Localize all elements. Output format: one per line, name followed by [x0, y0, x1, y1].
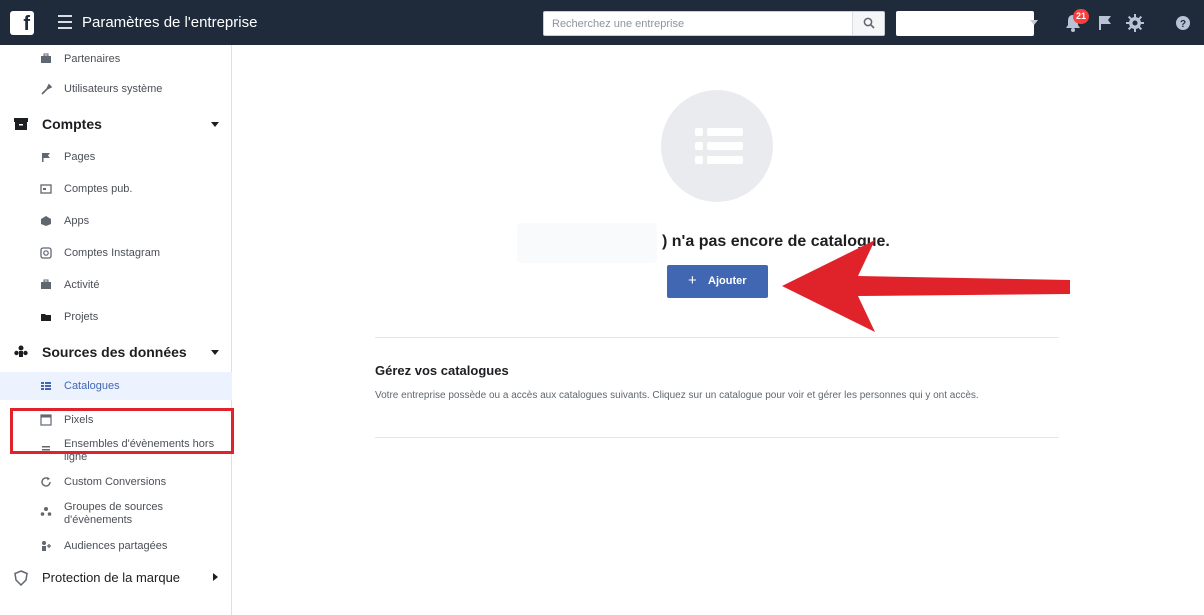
svg-text:?: ? [1180, 19, 1186, 30]
add-button-label: Ajouter [708, 275, 747, 287]
sidebar-group-label: Sources des données [42, 344, 187, 360]
sidebar: Partenaires Utilisateurs système Comptes… [0, 45, 234, 615]
briefcase-icon [41, 279, 51, 289]
cube-icon [41, 216, 51, 226]
sidebar-item-label: Partenaires [64, 53, 121, 65]
hamburger-icon[interactable] [58, 15, 72, 29]
sidebar-group-brand-protection[interactable]: Protection de la marque [0, 563, 232, 593]
settings-icon[interactable] [1124, 12, 1146, 34]
ad-account-icon [40, 184, 52, 194]
wrench-icon [41, 83, 52, 95]
page-title: Paramètres de l'entreprise [82, 14, 258, 31]
add-catalog-button[interactable]: + Ajouter [667, 265, 768, 298]
divider [375, 337, 1059, 338]
flag-icon [42, 153, 50, 162]
chevron-down-icon [211, 350, 219, 355]
sidebar-item-label: Projets [64, 311, 99, 323]
sources-icon [40, 507, 52, 516]
chevron-right-icon [213, 573, 218, 581]
flag-icon[interactable] [1094, 12, 1116, 34]
grid-icon [41, 382, 51, 390]
instagram-icon [40, 247, 52, 259]
sidebar-item-label: Comptes pub. [64, 183, 133, 195]
shared-audience-icon [42, 541, 51, 551]
sidebar-group-accounts[interactable]: Comptes [0, 109, 232, 139]
redacted-business-name [517, 223, 657, 263]
facebook-logo[interactable]: f [10, 11, 34, 35]
sidebar-item-partners[interactable]: Partenaires [0, 45, 232, 73]
search-icon [863, 17, 875, 29]
folder-icon [41, 314, 51, 321]
briefcase-icon [41, 53, 51, 63]
people-icon [14, 345, 28, 357]
top-navigation-bar: f Paramètres de l'entreprise 21 ? [0, 0, 1204, 45]
sidebar-item-label: Catalogues [64, 380, 120, 392]
sidebar-group-label: Protection de la marque [42, 570, 181, 585]
sidebar-item-ad-accounts[interactable]: Comptes pub. [0, 175, 232, 203]
sidebar-item-label: Activité [64, 279, 100, 291]
chevron-down-icon [211, 122, 219, 127]
sidebar-group-label: Comptes [42, 116, 102, 132]
chevron-down-icon[interactable] [1030, 20, 1038, 25]
sidebar-item-pages[interactable]: Pages [0, 143, 232, 171]
sidebar-item-instagram-accounts[interactable]: Comptes Instagram [0, 239, 232, 267]
annotation-arrow-icon [782, 240, 1070, 332]
sidebar-item-label: Pages [64, 151, 96, 163]
sidebar-item-apps[interactable]: Apps [0, 207, 232, 235]
sidebar-item-event-source-groups[interactable]: Groupes de sources d'évènements [0, 498, 232, 526]
plus-icon: + [688, 272, 697, 289]
annotation-highlight-box [10, 408, 234, 454]
sidebar-item-label: Apps [64, 215, 90, 227]
catalog-empty-state-illustration [661, 90, 773, 202]
sidebar-item-label: Utilisateurs système [64, 83, 163, 95]
section-title: Gérez vos catalogues [375, 363, 509, 378]
sidebar-item-activity[interactable]: Activité [0, 271, 232, 299]
sidebar-group-data-sources[interactable]: Sources des données [0, 337, 232, 367]
divider [375, 437, 1059, 438]
notification-badge: 21 [1073, 9, 1089, 24]
shield-icon [14, 570, 28, 586]
refresh-icon [41, 477, 51, 487]
archive-icon [14, 118, 28, 130]
business-search [543, 11, 885, 36]
sidebar-item-label: Comptes Instagram [64, 247, 160, 259]
search-button[interactable] [852, 12, 884, 35]
sidebar-item-catalogs[interactable]: Catalogues [0, 372, 232, 400]
section-description: Votre entreprise possède ou a accès aux … [375, 390, 979, 401]
business-account-selector[interactable] [896, 11, 1034, 36]
sidebar-item-projects[interactable]: Projets [0, 303, 232, 331]
sidebar-item-custom-conversions[interactable]: Custom Conversions [0, 468, 232, 496]
search-input[interactable] [544, 12, 852, 35]
sidebar-item-label: Groupes de sources d'évènements [64, 501, 164, 526]
sidebar-item-label: Custom Conversions [64, 476, 167, 488]
sidebar-item-system-users[interactable]: Utilisateurs système [0, 75, 232, 103]
sidebar-item-shared-audiences[interactable]: Audiences partagées [0, 532, 232, 560]
sidebar-item-label: Audiences partagées [64, 540, 168, 552]
help-icon[interactable]: ? [1172, 12, 1194, 34]
